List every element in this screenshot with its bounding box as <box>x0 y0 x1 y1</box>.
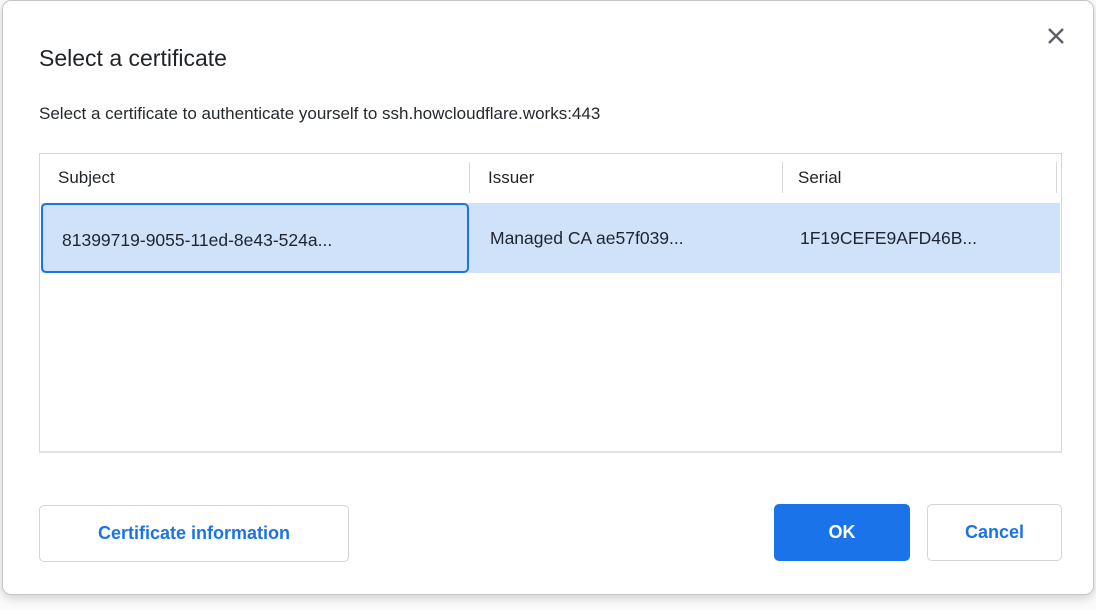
certificate-select-dialog: Select a certificate Select a certificat… <box>2 0 1094 595</box>
column-divider <box>469 162 470 193</box>
column-divider <box>782 162 783 193</box>
column-header-issuer: Issuer <box>488 168 534 188</box>
cell-issuer: Managed CA ae57f039... <box>490 203 684 273</box>
certificate-information-button[interactable]: Certificate information <box>39 505 349 562</box>
close-icon <box>1045 25 1067 47</box>
dialog-subtitle: Select a certificate to authenticate you… <box>39 104 600 124</box>
cancel-button[interactable]: Cancel <box>927 504 1062 561</box>
close-button[interactable] <box>1041 21 1071 51</box>
page-title: Select a certificate <box>39 45 227 72</box>
column-header-subject: Subject <box>58 168 115 188</box>
certificate-row-selected[interactable]: 81399719-9055-11ed-8e43-524a... Managed … <box>41 203 1060 273</box>
cell-serial: 1F19CEFE9AFD46B... <box>800 203 977 273</box>
column-header-serial: Serial <box>798 168 841 188</box>
cell-subject[interactable]: 81399719-9055-11ed-8e43-524a... <box>41 203 469 273</box>
table-header: Subject Issuer Serial <box>40 154 1061 202</box>
certificate-table: Subject Issuer Serial 81399719-9055-11ed… <box>39 153 1062 453</box>
column-divider <box>1056 162 1057 193</box>
ok-button[interactable]: OK <box>774 504 910 561</box>
